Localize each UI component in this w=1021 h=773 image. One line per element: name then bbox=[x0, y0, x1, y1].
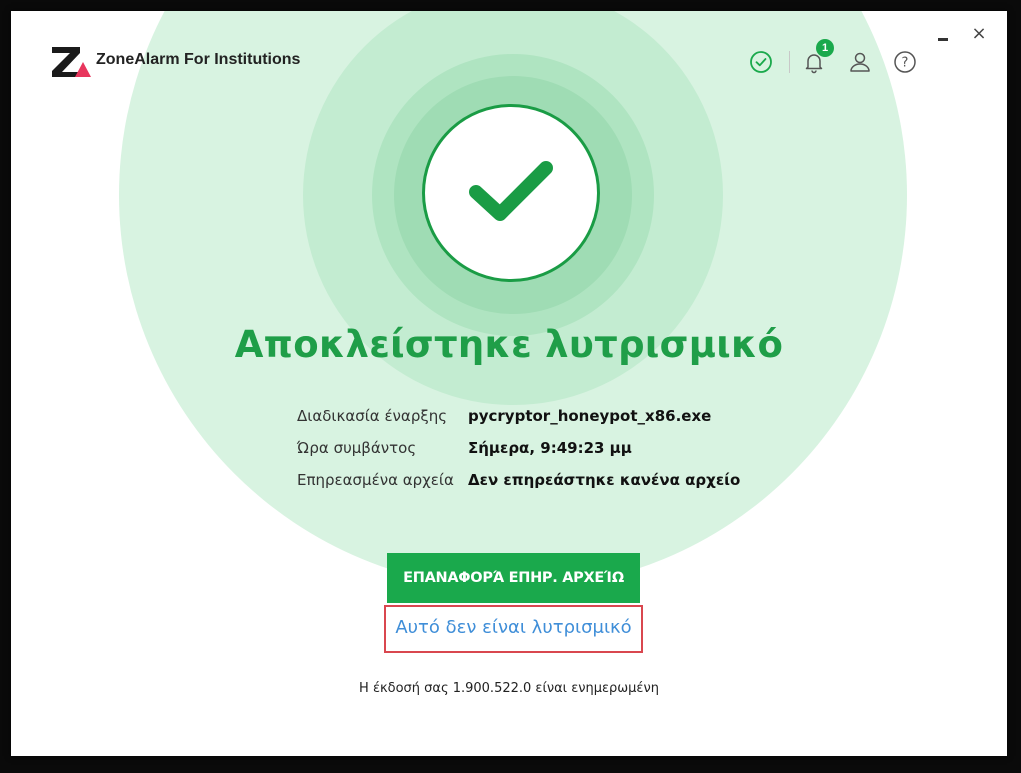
detail-row-files: Επηρεασμένα αρχεία Δεν επηρεάστηκε κανέν… bbox=[297, 464, 740, 496]
svg-text:?: ? bbox=[902, 56, 909, 71]
detail-value: Σήμερα, 9:49:23 μμ bbox=[468, 439, 632, 457]
checkmark-icon bbox=[469, 161, 553, 221]
detail-value: Δεν επηρεάστηκε κανένα αρχείο bbox=[468, 471, 741, 489]
help-icon[interactable]: ? bbox=[892, 49, 918, 75]
header-divider bbox=[789, 51, 790, 73]
detail-value: pycryptor_honeypot_x86.exe bbox=[468, 407, 712, 425]
user-icon[interactable] bbox=[847, 49, 873, 75]
detail-label: Διαδικασία έναρξης bbox=[297, 407, 448, 425]
detail-label: Ώρα συμβάντος bbox=[297, 439, 417, 457]
restore-files-button[interactable]: ΕΠΑΝΑΦΟΡΆ ΕΠΗΡ. ΑΡΧΕΊΩ bbox=[387, 553, 640, 603]
app-window: ZoneAlarm For Institutions 1 ? × Αποκλεί… bbox=[11, 11, 1007, 756]
version-status: Η έκδοσή σας 1.900.522.0 είναι ενημερωμέ… bbox=[359, 681, 659, 696]
detail-label: Επηρεασμένα αρχεία bbox=[297, 471, 454, 489]
not-ransomware-link[interactable]: Αυτό δεν είναι λυτρισμικό bbox=[384, 607, 643, 651]
zonealarm-logo-icon bbox=[52, 47, 91, 77]
detail-row-time: Ώρα συμβάντος Σήμερα, 9:49:23 μμ bbox=[297, 432, 740, 464]
notification-badge[interactable]: 1 bbox=[816, 39, 834, 57]
event-details: Διαδικασία έναρξης pycryptor_honeypot_x8… bbox=[297, 400, 740, 496]
page-title: Αποκλείστηκε λυτρισμικό bbox=[234, 323, 784, 366]
app-title: ZoneAlarm For Institutions bbox=[96, 51, 301, 68]
close-button[interactable]: × bbox=[969, 23, 989, 45]
minimize-button[interactable] bbox=[935, 27, 953, 45]
status-ok-icon[interactable] bbox=[748, 49, 774, 75]
detail-row-process: Διαδικασία έναρξης pycryptor_honeypot_x8… bbox=[297, 400, 740, 432]
